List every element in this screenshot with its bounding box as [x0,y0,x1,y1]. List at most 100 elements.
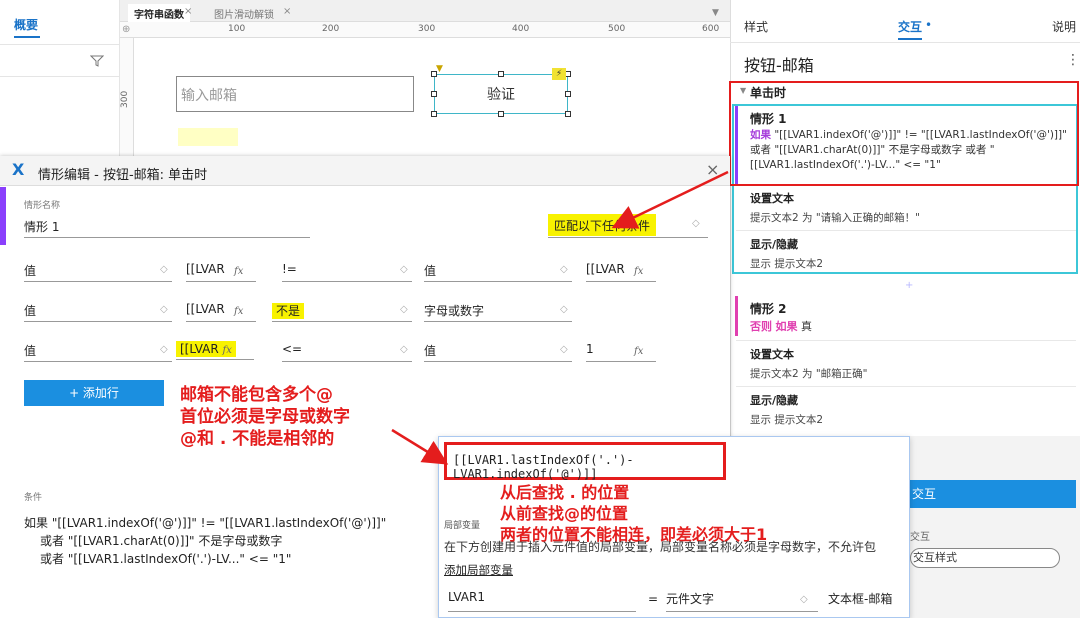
variable-type-select[interactable]: 元件文字 [666,590,818,612]
annotation-line: @和 . 不能是相邻的 [180,429,335,449]
expression-text: [[LVAR [180,342,219,356]
divider [736,386,1076,387]
action-set-text-title[interactable]: 设置文本 [750,190,794,206]
crosshair-icon: ⊕ [122,24,131,35]
email-input-widget[interactable]: 输入邮箱 [176,76,414,112]
row-3-left-value-input[interactable]: [[LVAR fx [176,340,254,360]
select-arrows-icon: ◇ [160,264,168,275]
close-icon[interactable]: × [184,6,192,17]
outline-tab-underline [14,36,40,38]
divider [736,230,1076,231]
hint-text-widget[interactable] [178,128,238,146]
active-dot-icon: • [925,18,933,32]
row-2-left-type-select[interactable]: 值 [24,302,172,322]
row-2-left-value-input[interactable]: [[LVAR [186,302,256,322]
annotation-line: 首位必须是字母或数字 [180,407,350,427]
action-show-hide-title[interactable]: 显示/隐藏 [750,236,798,252]
fx-icon[interactable]: fx [223,345,232,356]
row-3-operator-select[interactable]: <= [282,342,412,362]
select-arrows-icon: ◇ [160,344,168,355]
annotation-highlight-box [729,81,1079,186]
row-1-left-type-select[interactable]: 值 [24,262,172,282]
row-3-right-type-select[interactable]: 值 [424,342,572,362]
resize-handle[interactable] [498,71,504,77]
filter-icon[interactable] [90,54,104,68]
select-arrows-icon: ◇ [400,304,408,315]
local-variables-label: 局部变量 [444,521,481,531]
annotation-note-expression: 从后查找 . 的位置 从前查找@的位置 两者的位置不能相连，即差必须大于1 [500,482,767,545]
divider [736,340,1076,341]
widget-name[interactable]: 按钮-邮箱 [744,52,814,76]
add-local-variable-link[interactable]: 添加局部变量 [444,562,513,578]
row-1-left-value-input[interactable]: [[LVAR [186,262,256,282]
action-show-hide-detail: 显示 提示文本2 [750,414,824,426]
row-1-right-value-input[interactable]: [[LVAR [586,262,656,282]
resize-handle[interactable] [431,111,437,117]
equals-sign: = [648,592,659,606]
select-arrows-icon: ◇ [400,344,408,355]
add-row-button[interactable]: + 添加行 [24,380,164,406]
condition-line: 如果 "[[LVAR1.indexOf('@')]]" != "[[LVAR1.… [24,516,387,530]
interaction-style-button[interactable]: 交互样式 [910,548,1060,568]
close-icon[interactable]: × [283,6,291,17]
divider [0,76,120,77]
annotation-note-rules: 邮箱不能包含多个@ 首位必须是字母或数字 @和 . 不能是相邻的 [180,384,350,450]
condition-value: 真 [801,320,812,333]
fx-icon[interactable]: fx [634,266,643,277]
new-interaction-button[interactable]: 交互 [910,480,1076,508]
resize-handle[interactable] [565,91,571,97]
lightning-icon[interactable]: ⚡ [552,68,566,80]
add-icon[interactable]: + [905,280,913,291]
select-arrows-icon: ◇ [160,304,168,315]
match-mode-value[interactable]: 匹配以下任何条件 [548,214,657,236]
condition-line: 或者 "[[LVAR1.lastIndexOf('.')-LV..." <= "… [40,552,292,566]
fx-icon[interactable]: fx [634,346,643,357]
variable-target-select[interactable]: 文本框-邮箱 [828,590,904,612]
resize-handle[interactable] [498,111,504,117]
fx-icon[interactable]: fx [234,306,243,317]
fx-icon[interactable]: fx [234,266,243,277]
close-icon[interactable]: × [706,160,719,179]
annotation-line: 从后查找 . 的位置 [500,483,630,502]
tab-interaction[interactable]: 交互 [898,18,922,35]
row-1-operator-select[interactable]: != [282,262,412,282]
select-arrows-icon: ◇ [400,264,408,275]
app-logo-icon: X [12,160,25,179]
more-menu-icon[interactable]: ⋮ [1066,52,1080,68]
ruler-tick: 400 [512,24,530,34]
chevron-down-icon[interactable]: ▼ [712,8,719,18]
row-1-right-type-select[interactable]: 值 [424,262,572,282]
case-2-accent [735,296,738,336]
rotate-handle-icon[interactable]: ▼ [436,64,443,74]
case-name-input[interactable]: 情形 1 [24,218,310,238]
resize-handle[interactable] [431,91,437,97]
highlighted-expression: [[LVAR fx [176,341,236,357]
ruler-tick: 100 [228,24,246,34]
action-set-text-title[interactable]: 设置文本 [750,346,794,362]
expression-input[interactable]: [[LVAR1.lastIndexOf('.')-LVAR1.indexOf('… [444,442,726,481]
action-set-text-detail: 提示文本2 为 "请输入正确的邮箱！" [750,212,921,224]
tab-notes[interactable]: 说明 [1052,18,1076,35]
row-2-right-type-select[interactable]: 字母或数字 [424,302,572,322]
ruler-tick: 600 [702,24,720,34]
outline-tab[interactable]: 概要 [14,16,38,33]
case-2-condition: 否则 如果 真 [750,318,812,334]
tab-style[interactable]: 样式 [744,18,768,35]
ruler-tick: 300 [120,90,130,108]
verify-button-widget[interactable]: 验证 [434,74,568,114]
variable-name-input[interactable]: LVAR1 [448,590,636,612]
condition-line: 或者 "[[LVAR1.charAt(0)]]" 不是字母或数字 [40,534,283,548]
action-set-text-detail: 提示文本2 为 "邮箱正确" [750,368,868,380]
divider [730,42,1080,43]
row-2-operator-select[interactable]: 不是 [272,302,412,322]
resize-handle[interactable] [565,111,571,117]
case-2-title[interactable]: 情形 2 [750,300,787,317]
select-arrows-icon: ◇ [692,218,700,229]
row-3-right-value-input[interactable]: 1 [586,342,656,362]
row-3-left-type-select[interactable]: 值 [24,342,172,362]
divider [0,44,120,45]
tab-string-functions[interactable]: 字符串函数 [128,4,190,22]
annotation-line: 邮箱不能包含多个@ [180,385,333,405]
action-show-hide-title[interactable]: 显示/隐藏 [750,392,798,408]
tab-image-slide-unlock[interactable]: 图片滑动解锁 [208,4,280,22]
